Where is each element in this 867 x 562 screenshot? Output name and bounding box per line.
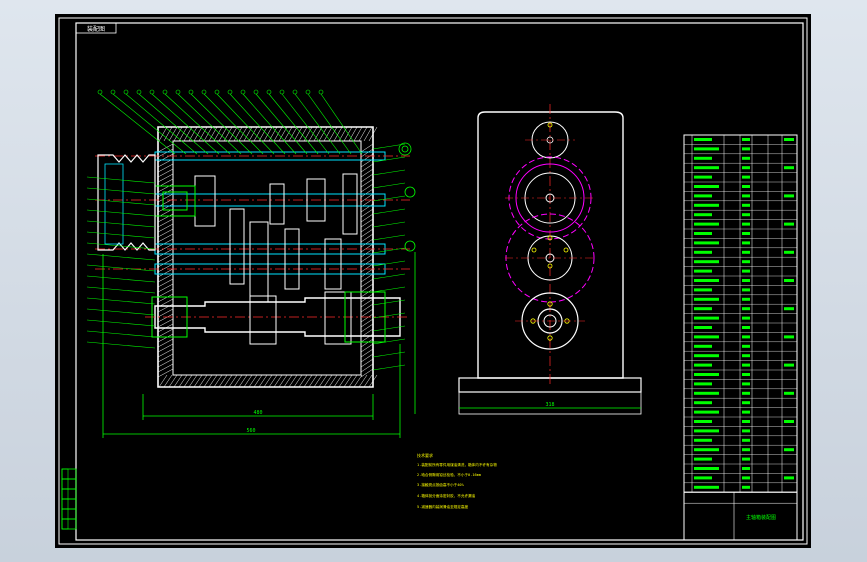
dim-overall-width: 560: [246, 428, 255, 434]
front-section-view: 480 560: [86, 89, 416, 438]
tech-note-4: 4.箱体剖分面涂密封胶，不允许漏油: [417, 493, 476, 498]
left-revision-stamp: [61, 468, 77, 530]
technical-requirements: 技术要求 1.装配前所有零件用煤油清洗，箱体内不许有杂物 2.啮合侧隙用铅丝检验…: [417, 452, 497, 509]
side-view: 318: [458, 104, 642, 415]
tech-note-5: 5.减速器内装润滑油至规定高度: [417, 504, 468, 509]
dim-inner-width: 480: [253, 410, 262, 416]
cad-viewport[interactable]: 装配图 480 560 318 技术要求 1.装配前所有零件用煤油清洗，箱体内不…: [55, 14, 811, 548]
tech-notes-heading: 技术要求: [417, 452, 433, 458]
bom-title: 主轴箱装配图: [746, 514, 776, 521]
cad-drawing-canvas[interactable]: 装配图 480 560 318 技术要求 1.装配前所有零件用煤油清洗，箱体内不…: [55, 14, 811, 548]
title-stamp: 装配图: [87, 25, 105, 33]
tech-note-3: 3.接触斑点按齿高不小于40%: [417, 482, 465, 487]
bill-of-materials: [683, 134, 798, 541]
dim-base-width: 318: [545, 402, 554, 408]
tech-note-1: 1.装配前所有零件用煤油清洗，箱体内不许有杂物: [417, 462, 497, 467]
tech-note-2: 2.啮合侧隙用铅丝检验，不小于0.16mm: [417, 472, 481, 477]
side-housing: [477, 111, 624, 379]
